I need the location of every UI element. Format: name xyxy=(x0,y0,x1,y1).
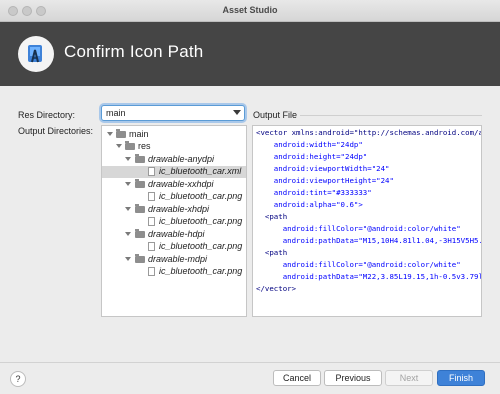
tree-item-label: ic_bluetooth_car.png xyxy=(159,191,243,201)
folder-icon xyxy=(135,154,145,163)
code-line: android:viewportHeight="24" xyxy=(256,176,394,185)
chevron-down-icon[interactable] xyxy=(125,157,131,161)
tree-item-file[interactable]: ic_bluetooth_car.png xyxy=(102,191,246,203)
tree-item-label: drawable-anydpi xyxy=(148,154,215,164)
code-line: android:height="24dp" xyxy=(256,152,368,161)
tree-item-drawable-hdpi[interactable]: drawable-hdpi xyxy=(102,229,246,241)
previous-button[interactable]: Previous xyxy=(324,370,382,386)
code-line: <vector xmlns:android="http://schemas.an… xyxy=(256,128,482,137)
tree-item-label: ic_bluetooth_car.png xyxy=(159,266,243,276)
res-directory-label: Res Directory: xyxy=(18,110,76,120)
tree-item-file-selected[interactable]: ic_bluetooth_car.xml xyxy=(102,166,246,178)
folder-icon xyxy=(135,204,145,213)
tree-item-file[interactable]: ic_bluetooth_car.png xyxy=(102,216,246,228)
cancel-button[interactable]: Cancel xyxy=(273,370,321,386)
android-studio-logo-icon xyxy=(18,36,54,72)
code-line: android:fillColor="@android:color/white" xyxy=(256,224,461,233)
code-line: android:fillColor="@android:color/white" xyxy=(256,260,461,269)
file-icon xyxy=(148,267,155,276)
output-file-label: Output File xyxy=(253,110,298,120)
tree-item-label: ic_bluetooth_car.xml xyxy=(159,166,242,176)
folder-icon xyxy=(125,141,135,150)
code-line: android:tint="#333333" xyxy=(256,188,372,197)
help-button[interactable]: ? xyxy=(10,371,26,387)
code-line: <path xyxy=(256,212,288,221)
res-directory-select[interactable]: main xyxy=(101,105,245,121)
code-line: <path xyxy=(256,248,288,257)
folder-icon xyxy=(135,254,145,263)
folder-icon xyxy=(135,179,145,188)
tree-item-label: drawable-xhdpi xyxy=(148,204,210,214)
chevron-down-icon[interactable] xyxy=(125,257,131,261)
window-title-bar: Asset Studio xyxy=(0,0,500,22)
folder-icon xyxy=(116,129,126,138)
res-directory-value: main xyxy=(106,108,126,118)
file-icon xyxy=(148,192,155,201)
code-line: android:viewportWidth="24" xyxy=(256,164,390,173)
finish-button[interactable]: Finish xyxy=(437,370,485,386)
chevron-down-icon[interactable] xyxy=(107,132,113,136)
code-line: android:alpha="0.6"> xyxy=(256,200,363,209)
tree-item-res[interactable]: res xyxy=(102,141,246,153)
tree-item-label: ic_bluetooth_car.png xyxy=(159,216,243,226)
chevron-down-icon xyxy=(233,110,241,115)
output-directories-tree[interactable]: main res drawable-anydpi ic_bluetooth_ca… xyxy=(101,125,247,317)
dialog-header: Confirm Icon Path xyxy=(0,22,500,86)
tree-item-file[interactable]: ic_bluetooth_car.png xyxy=(102,266,246,278)
code-line: </vector> xyxy=(256,284,297,293)
next-button[interactable]: Next xyxy=(385,370,433,386)
tree-item-file[interactable]: ic_bluetooth_car.png xyxy=(102,241,246,253)
tree-item-drawable-anydpi[interactable]: drawable-anydpi xyxy=(102,154,246,166)
tree-item-label: drawable-mdpi xyxy=(148,254,208,264)
tree-item-drawable-xxhdpi[interactable]: drawable-xxhdpi xyxy=(102,179,246,191)
file-icon xyxy=(148,242,155,251)
output-file-preview[interactable]: <vector xmlns:android="http://schemas.an… xyxy=(252,125,482,317)
output-directories-label: Output Directories: xyxy=(18,126,94,136)
chevron-down-icon[interactable] xyxy=(125,182,131,186)
tree-item-label: res xyxy=(138,141,151,151)
code-line: android:width="24dp" xyxy=(256,140,363,149)
tree-item-label: drawable-hdpi xyxy=(148,229,205,239)
window-title: Asset Studio xyxy=(222,5,278,15)
tree-item-main[interactable]: main xyxy=(102,129,246,141)
footer-divider xyxy=(0,362,500,363)
folder-icon xyxy=(135,229,145,238)
file-icon xyxy=(148,167,155,176)
chevron-down-icon[interactable] xyxy=(125,232,131,236)
tree-item-label: drawable-xxhdpi xyxy=(148,179,214,189)
tree-item-label: main xyxy=(129,129,149,139)
code-line: android:pathData="M15,10H4.81l1.04,-3H15… xyxy=(256,236,482,245)
chevron-down-icon[interactable] xyxy=(116,144,122,148)
file-icon xyxy=(148,217,155,226)
page-title: Confirm Icon Path xyxy=(64,42,204,61)
chevron-down-icon[interactable] xyxy=(125,207,131,211)
tree-item-drawable-xhdpi[interactable]: drawable-xhdpi xyxy=(102,204,246,216)
tree-item-drawable-mdpi[interactable]: drawable-mdpi xyxy=(102,254,246,266)
tree-item-label: ic_bluetooth_car.png xyxy=(159,241,243,251)
code-line: android:pathData="M22,3.85L19.15,1h-0.5v… xyxy=(256,272,482,281)
output-file-divider xyxy=(300,115,482,116)
